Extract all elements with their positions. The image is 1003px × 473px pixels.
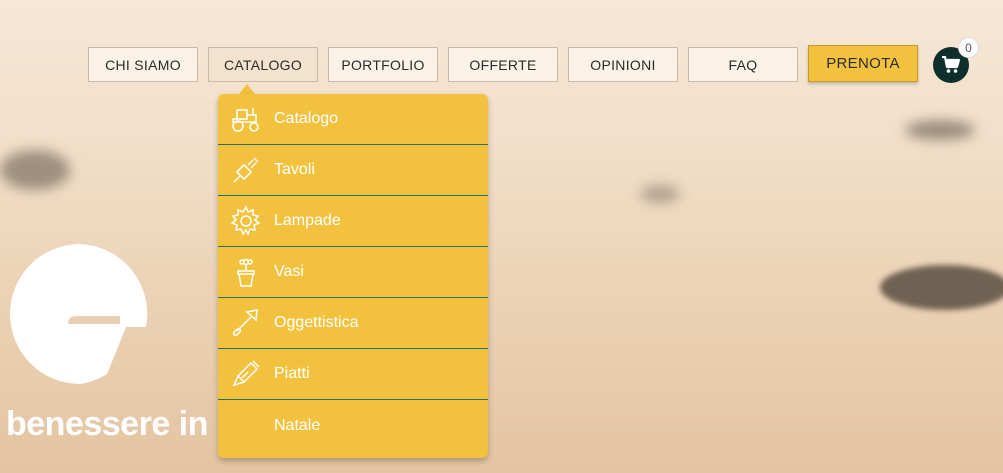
nav-faq[interactable]: FAQ — [688, 47, 798, 82]
cart-count-badge: 0 — [958, 37, 979, 58]
nav-offerte[interactable]: OFFERTE — [448, 47, 558, 82]
plug-icon — [227, 151, 265, 189]
background-rock — [880, 265, 1003, 310]
catalogo-dropdown-menu: Catalogo Tavoli Lampade Vasi Oggettistic… — [218, 94, 488, 458]
background-rock — [0, 150, 70, 190]
dropdown-item-label: Piatti — [274, 365, 310, 382]
hero-tagline: benessere in — [6, 405, 208, 443]
brand-logo — [10, 244, 148, 384]
dropdown-item-vasi[interactable]: Vasi — [218, 247, 488, 298]
nav-opinioni[interactable]: OPINIONI — [568, 47, 678, 82]
shopping-cart-icon — [942, 56, 961, 73]
tractor-icon — [227, 100, 265, 138]
flower-pot-icon — [227, 253, 265, 291]
dropdown-item-label: Lampade — [274, 212, 341, 229]
dropdown-item-label: Vasi — [274, 263, 304, 280]
dropdown-item-catalogo[interactable]: Catalogo — [218, 94, 488, 145]
dropdown-item-lampade[interactable]: Lampade — [218, 196, 488, 247]
paint-tube-icon — [227, 355, 265, 393]
nav-chi-siamo[interactable]: CHI SIAMO — [88, 47, 198, 82]
gear-icon — [227, 202, 265, 240]
dropdown-item-label: Natale — [274, 416, 321, 434]
dropdown-pointer — [239, 84, 255, 94]
background-rock — [640, 185, 680, 203]
dropdown-item-label: Catalogo — [274, 110, 339, 127]
dropdown-item-label: Oggettistica — [274, 314, 359, 331]
dropdown-item-piatti[interactable]: Piatti — [218, 349, 488, 400]
prenota-button[interactable]: PRENOTA — [808, 45, 918, 82]
dropdown-item-natale[interactable]: Natale — [218, 400, 488, 451]
background-rock — [905, 120, 975, 140]
dropdown-item-oggettistica[interactable]: Oggettistica — [218, 298, 488, 349]
nav-portfolio[interactable]: PORTFOLIO — [328, 47, 438, 82]
trowel-icon — [227, 304, 265, 342]
dropdown-item-tavoli[interactable]: Tavoli — [218, 145, 488, 196]
blank-icon — [227, 407, 265, 445]
dropdown-item-label: Tavoli — [274, 161, 315, 178]
nav-catalogo[interactable]: CATALOGO — [208, 47, 318, 82]
